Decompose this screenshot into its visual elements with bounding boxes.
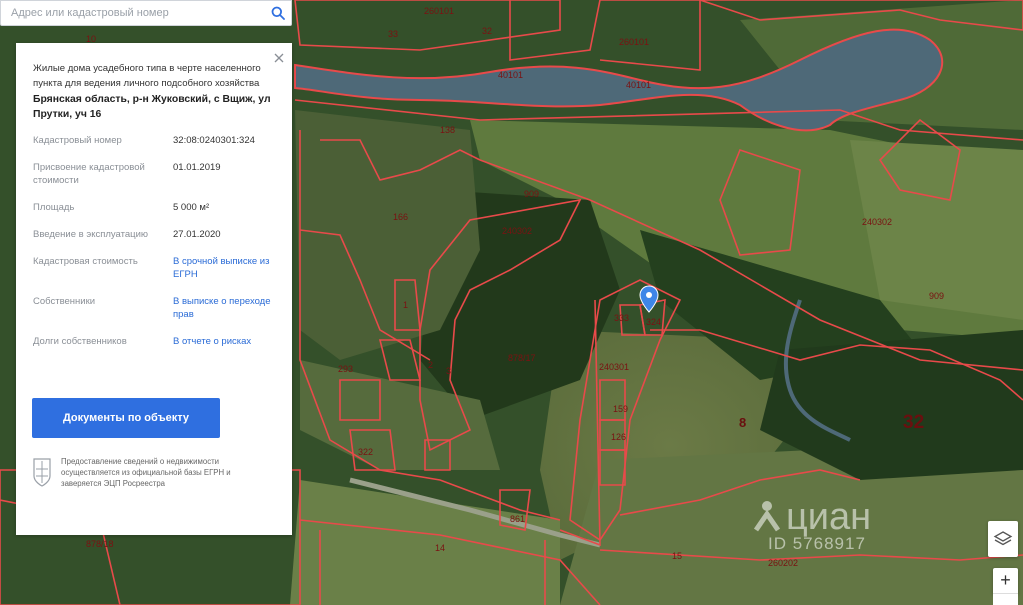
notice-text: Предоставление сведений о недвижимости о… — [61, 457, 231, 488]
parcel-label: 240302 — [502, 226, 532, 236]
commissioning-date: 27.01.2020 — [173, 229, 221, 240]
close-button[interactable] — [272, 51, 286, 65]
parcel-label: 1 — [403, 300, 408, 310]
property-label: Долги собственников — [33, 336, 127, 347]
owners-link[interactable]: В выписке о переходе прав — [173, 296, 273, 336]
property-label: Присвоение кадастровой стоимости — [33, 162, 145, 186]
parcel-label: 8 — [739, 415, 746, 430]
parcel-label: 159 — [613, 404, 628, 414]
cadastral-number: 32:08:0240301:324 — [173, 135, 255, 146]
parcel-label: 909 — [524, 189, 539, 199]
cian-watermark: циан ID 5768917 — [752, 494, 972, 558]
property-list: Кадастровый номер 32:08:0240301:324 Прис… — [33, 135, 276, 363]
layers-icon — [993, 531, 1013, 546]
parcel-label: 14 — [435, 543, 445, 553]
parcel-label: 3 — [446, 366, 451, 376]
parcel-label: 40101 — [498, 70, 523, 80]
property-row: Кадастровая стоимость В срочной выписке … — [33, 256, 276, 296]
watermark-brand: циан — [786, 496, 872, 538]
parcel-label: 293 — [338, 364, 353, 374]
property-label: Собственники — [33, 296, 96, 307]
property-row: Кадастровый номер 32:08:0240301:324 — [33, 135, 276, 162]
parcel-label: 260202 — [768, 558, 798, 568]
search-input[interactable] — [1, 1, 265, 25]
egrn-notice: Предоставление сведений о недвижимости о… — [32, 456, 231, 489]
property-label: Кадастровая стоимость — [33, 256, 138, 267]
close-icon — [274, 53, 284, 63]
layers-button[interactable] — [988, 521, 1018, 557]
zoom-out-button[interactable] — [993, 594, 1018, 605]
parcel-label: 861 — [510, 514, 525, 524]
property-row: Площадь 5 000 м² — [33, 202, 276, 229]
parcel-label: 2 — [428, 360, 433, 370]
parcel-label: 260101 — [619, 37, 649, 47]
parcel-label: 333 — [614, 313, 629, 323]
watermark-id: ID 5768917 — [768, 534, 866, 553]
property-label: Кадастровый номер — [33, 135, 122, 146]
parcel-label: 166 — [393, 212, 408, 222]
documents-button[interactable]: Документы по объекту — [32, 398, 220, 438]
parcel-label: 32 — [482, 26, 492, 36]
parcel-label: 40101 — [626, 80, 651, 90]
parcel-label: 878/17 — [508, 353, 536, 363]
cian-logo-icon — [753, 501, 781, 532]
parcel-label: 260101 — [424, 6, 454, 16]
search-button[interactable] — [265, 1, 291, 25]
parcel-info-card: Жилые дома усадебного типа в черте насел… — [16, 43, 292, 535]
parcel-label: 32 — [903, 412, 924, 433]
parcel-address: Брянская область, р-н Жуковский, с Вщиж,… — [33, 94, 271, 120]
property-row: Собственники В выписке о переходе прав — [33, 296, 276, 336]
search-icon — [271, 6, 285, 20]
rosreestr-emblem-icon — [33, 458, 51, 487]
parcel-label: 878/18 — [86, 539, 114, 549]
parcel-label: 324 — [646, 317, 661, 327]
property-label: Введение в эксплуатацию — [33, 229, 149, 240]
cadastral-value-link[interactable]: В срочной выписке из ЕГРН — [173, 256, 273, 296]
property-label: Площадь — [33, 202, 75, 213]
search-bar — [0, 0, 292, 26]
area-value: 5 000 м² — [173, 202, 210, 213]
valuation-date: 01.01.2019 — [173, 162, 221, 173]
property-row: Долги собственников В отчете о рисках — [33, 336, 276, 363]
parcel-label: 33 — [388, 29, 398, 39]
property-row: Введение в эксплуатацию 27.01.2020 — [33, 229, 276, 256]
zoom-in-button[interactable]: + — [993, 568, 1018, 594]
parcel-purpose: Жилые дома усадебного типа в черте насел… — [33, 63, 261, 89]
parcel-label: 240302 — [862, 217, 892, 227]
parcel-label: 909 — [929, 291, 944, 301]
parcel-label: 322 — [358, 447, 373, 457]
parcel-label: 15 — [672, 551, 682, 561]
debts-link[interactable]: В отчете о рисках — [173, 336, 273, 363]
parcel-label: 240301 — [599, 362, 629, 372]
parcel-label: 138 — [440, 125, 455, 135]
property-row: Присвоение кадастровой стоимости 01.01.2… — [33, 162, 276, 202]
parcel-label: 126 — [611, 432, 626, 442]
